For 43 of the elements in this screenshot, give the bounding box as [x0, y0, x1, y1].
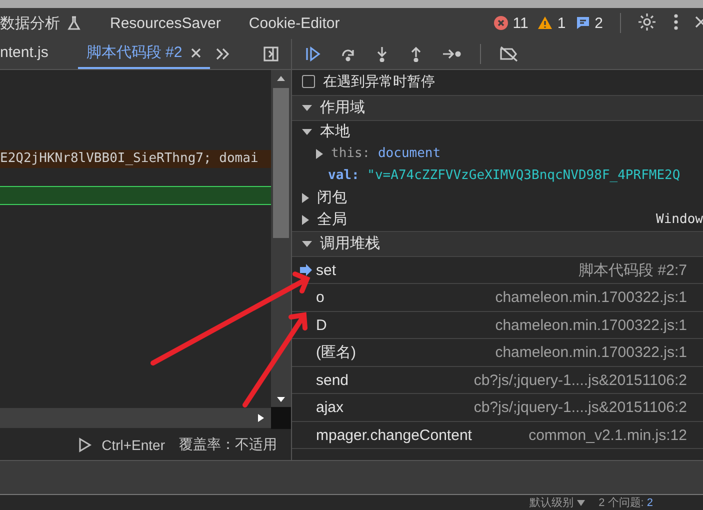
- tab-label: Cookie-Editor: [248, 14, 340, 32]
- sidebar-toggle-icon[interactable]: [263, 46, 279, 62]
- scope-variable[interactable]: val: "v=A74cZZFVVzGeXIMVQ3BnqcNVD98F_4PRFME2Q: [292, 164, 703, 187]
- pause-on-exceptions-checkbox[interactable]: 在遇到异常时暂停: [292, 72, 703, 92]
- flask-icon: [66, 15, 82, 32]
- scope-header[interactable]: 作用域: [292, 94, 703, 121]
- error-icon: [492, 15, 509, 32]
- tab-label: 数据分析: [0, 14, 60, 33]
- call-stack-header[interactable]: 调用堆栈: [292, 230, 703, 257]
- run-shortcut: Ctrl+Enter: [102, 436, 165, 453]
- message-count[interactable]: 2: [574, 14, 603, 32]
- file-tab[interactable]: 脚本代码段 #2: [78, 38, 210, 69]
- scroll-right-icon: [257, 412, 265, 423]
- panel-tab[interactable]: Cookie-Editor: [234, 14, 354, 32]
- settings-icon: [637, 12, 657, 32]
- message-icon: [574, 15, 591, 32]
- scrollbar-corner: [271, 406, 291, 429]
- scope-item[interactable]: 本地: [292, 120, 703, 143]
- warning-icon: [537, 15, 554, 32]
- scope-item[interactable]: 闭包: [292, 186, 703, 209]
- warning-count[interactable]: 1: [537, 14, 566, 32]
- scroll-down-icon: [276, 396, 286, 404]
- scope-variable[interactable]: this: document: [292, 142, 703, 165]
- arrow-right-icon: [300, 264, 312, 276]
- horizontal-scrollbar[interactable]: [0, 408, 291, 430]
- error-count[interactable]: 11: [492, 14, 528, 32]
- issues-count[interactable]: 2 个问题: 2: [598, 494, 653, 510]
- deactivate-breakpoints-icon[interactable]: [499, 46, 519, 62]
- close-icon[interactable]: [190, 46, 202, 59]
- resume-icon[interactable]: [304, 44, 322, 63]
- vertical-scrollbar[interactable]: [271, 70, 291, 408]
- play-icon: [78, 436, 92, 453]
- log-level-dropdown[interactable]: 默认级别: [530, 494, 585, 510]
- panel-tab[interactable]: 数据分析: [0, 14, 96, 33]
- scroll-up-icon: [276, 74, 286, 82]
- chevrons-right-icon[interactable]: [214, 46, 230, 62]
- more-icon: [673, 12, 679, 31]
- caret-down-icon: [576, 500, 585, 506]
- tab-label: ResourcesSaver: [110, 14, 221, 32]
- scrollbar-thumb[interactable]: [273, 88, 289, 238]
- coverage-status: 覆盖率：不适用: [179, 436, 277, 454]
- panel-tab[interactable]: ResourcesSaver: [96, 14, 235, 32]
- file-tab[interactable]: ntent.js: [0, 38, 56, 69]
